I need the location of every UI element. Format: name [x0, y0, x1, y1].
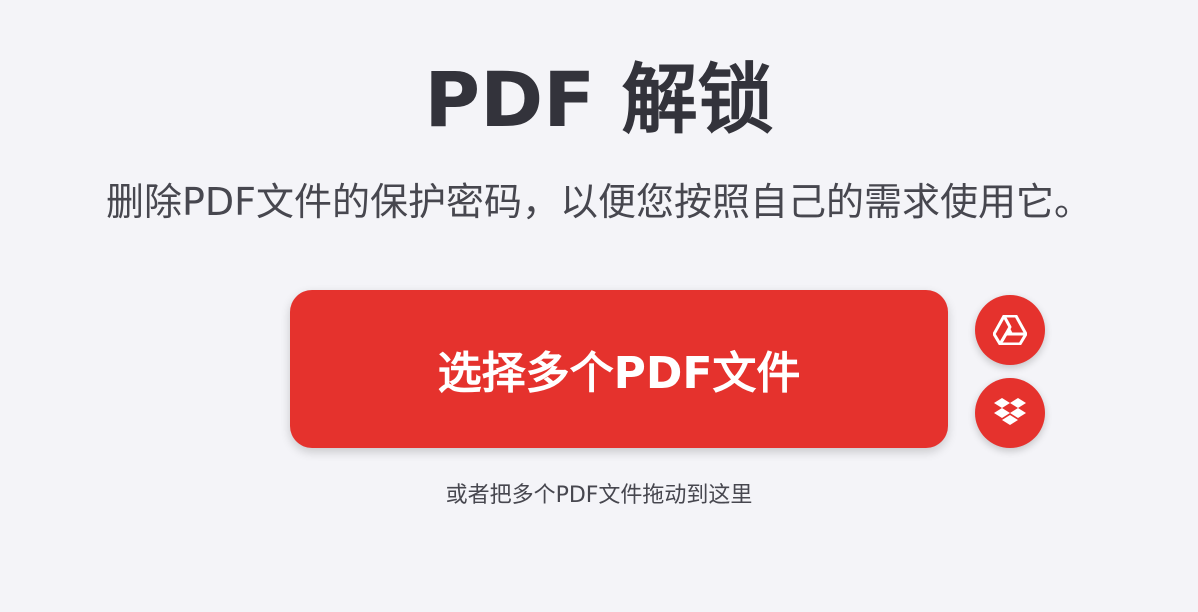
page-title: PDF 解锁 — [424, 55, 774, 144]
google-drive-icon — [993, 315, 1027, 345]
dropbox-icon — [993, 397, 1027, 429]
dropbox-button[interactable] — [975, 378, 1045, 448]
select-files-button[interactable]: 选择多个PDF文件 — [290, 290, 948, 448]
drop-hint: 或者把多个PDF文件拖动到这里 — [445, 483, 753, 508]
page-subtitle: 删除PDF文件的保护密码，以便您按照自己的需求使用它。 — [105, 180, 1093, 224]
google-drive-button[interactable] — [975, 295, 1045, 365]
